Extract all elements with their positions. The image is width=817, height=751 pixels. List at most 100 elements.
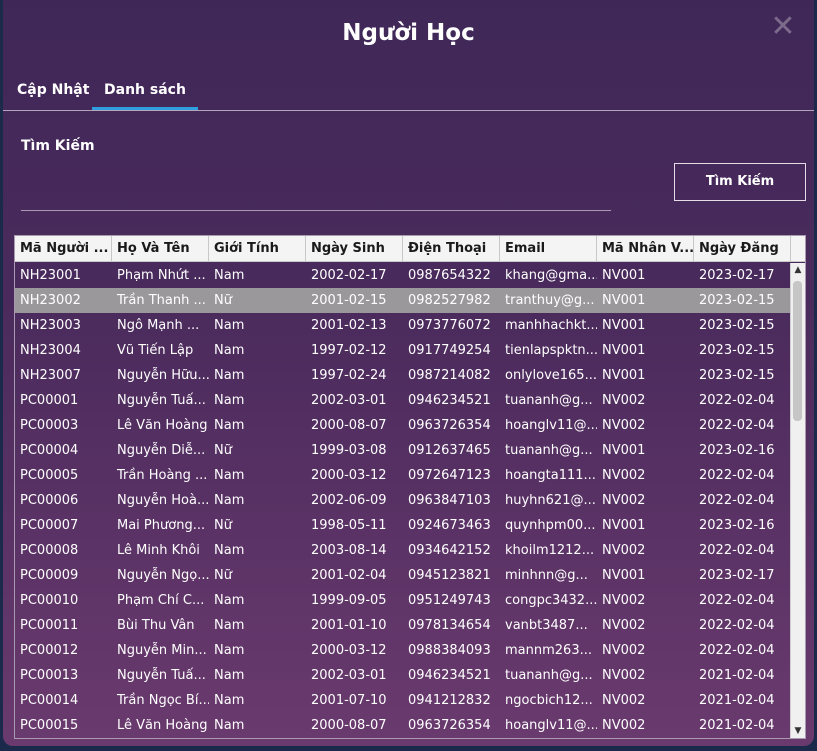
table-row[interactable]: NH23004 Vũ Tiến Lập Nam 1997-02-12 091774925… — [15, 338, 790, 363]
table-row[interactable]: PC00010 Phạm Chí C... Nam 1999-09-05 0951249… — [15, 588, 790, 613]
cell-ngay-sinh: 2002-06-09 — [311, 493, 387, 508]
table-row[interactable]: PC00001 Nguyễn Tuấ... Nam 2002-03-01 0946234… — [15, 388, 790, 413]
cell-email: manhhachkt... — [505, 318, 597, 333]
cell-ngay-dang-ky: 2022-02-04 — [699, 618, 775, 633]
table-row[interactable]: NH23002 Trần Thanh ... Nữ 2001-02-15 0982527… — [15, 288, 790, 313]
cell-ma-nhan-vien: NV002 — [602, 493, 646, 508]
cell-ma-nguoi-hoc: NH23001 — [20, 268, 81, 283]
table-row[interactable]: PC00011 Bùi Thu Vân Nam 2001-01-10 097813465… — [15, 613, 790, 638]
table-row[interactable]: PC00006 Nguyễn Hoà... Nam 2002-06-09 0963847… — [15, 488, 790, 513]
vertical-scrollbar[interactable]: ▲ ▼ — [790, 263, 805, 738]
search-button[interactable]: Tìm Kiếm — [674, 163, 806, 201]
cell-email: tuananh@g... — [505, 443, 593, 458]
cell-ho-ten: Lê Văn Hoàng — [117, 718, 208, 733]
column-header-ma-nhan-vien[interactable]: Mã Nhân V... — [597, 236, 694, 261]
search-label: Tìm Kiếm — [21, 138, 95, 154]
scroll-down-icon[interactable]: ▼ — [791, 724, 805, 738]
cell-ho-ten: Mai Phương... — [117, 518, 206, 533]
close-icon[interactable]: ✕ — [768, 12, 798, 42]
cell-dien-thoai: 0963847103 — [408, 493, 491, 508]
cell-ngay-sinh: 2001-02-13 — [311, 318, 387, 333]
table-row[interactable]: PC00013 Nguyễn Tuấ... Nam 2002-03-01 0946234… — [15, 663, 790, 688]
cell-email: quynhpm00... — [505, 518, 596, 533]
cell-ma-nhan-vien: NV001 — [602, 568, 646, 583]
cell-ho-ten: Nguyễn Diễ... — [117, 443, 206, 458]
table-row[interactable]: NH23007 Nguyễn Hữu... Nam 1997-02-24 0987214… — [15, 363, 790, 388]
cell-ho-ten: Nguyễn Min... — [117, 643, 207, 658]
cell-dien-thoai: 0951249743 — [408, 593, 491, 608]
cell-ma-nguoi-hoc: PC00006 — [20, 493, 79, 508]
table-row[interactable]: PC00007 Mai Phương... Nữ 1998-05-11 09246734… — [15, 513, 790, 538]
search-underline — [21, 210, 611, 211]
table-row[interactable]: PC00005 Trần Hoàng ... Nam 2000-03-12 097264… — [15, 463, 790, 488]
cell-gioi-tinh: Nam — [214, 543, 245, 558]
table-row[interactable]: PC00004 Nguyễn Diễ... Nữ 1999-03-08 09126374… — [15, 438, 790, 463]
hoc-vien-table: Mã Người ... Họ Và Tên Giới Tính Ngày Si… — [14, 235, 806, 739]
cell-dien-thoai: 0917749254 — [408, 343, 491, 358]
table-row[interactable]: PC00009 Nguyễn Ngọ... Nữ 2001-02-04 09451238… — [15, 563, 790, 588]
cell-ma-nhan-vien: NV002 — [602, 593, 646, 608]
column-header-ho-ten[interactable]: Họ Và Tên — [112, 236, 209, 261]
cell-ma-nhan-vien: NV002 — [602, 618, 646, 633]
cell-dien-thoai: 0946234521 — [408, 668, 491, 683]
tab-bar: Cập Nhật Danh sách — [3, 72, 814, 110]
cell-ho-ten: Nguyễn Hữu... — [117, 368, 209, 383]
table-row[interactable]: NH23001 Phạm Nhứt ... Nam 2002-02-17 0987654… — [15, 263, 790, 288]
cell-ho-ten: Nguyễn Ngọ... — [117, 568, 209, 583]
cell-ngay-dang-ky: 2022-02-04 — [699, 593, 775, 608]
scroll-thumb[interactable] — [793, 281, 802, 421]
scroll-up-icon[interactable]: ▲ — [791, 263, 805, 277]
cell-ngay-dang-ky: 2022-02-04 — [699, 393, 775, 408]
table-row[interactable]: PC00003 Lê Văn Hoàng Nam 2000-08-07 09637263… — [15, 413, 790, 438]
cell-ho-ten: Lê Minh Khôi — [117, 543, 200, 558]
cell-gioi-tinh: Nam — [214, 618, 245, 633]
column-header-gioi-tinh[interactable]: Giới Tính — [209, 236, 306, 261]
cell-ngay-sinh: 2001-07-10 — [311, 693, 387, 708]
column-header-email[interactable]: Email — [500, 236, 597, 261]
cell-dien-thoai: 0972647123 — [408, 468, 491, 483]
tab-danh-sach[interactable]: Danh sách — [92, 72, 198, 110]
cell-ma-nhan-vien: NV002 — [602, 543, 646, 558]
cell-email: tuananh@g... — [505, 393, 593, 408]
column-header-ngay-dang-ky[interactable]: Ngày Đăng — [694, 236, 791, 261]
table-row[interactable]: PC00012 Nguyễn Min... Nam 2000-03-12 0988384… — [15, 638, 790, 663]
cell-ngay-dang-ky: 2021-02-04 — [699, 668, 775, 683]
table-row[interactable]: PC00008 Lê Minh Khôi Nam 2003-08-14 09346421… — [15, 538, 790, 563]
cell-email: tienlapspktn... — [505, 343, 597, 358]
table-row[interactable]: NH23003 Ngô Mạnh ... Nam 2001-02-13 09737760… — [15, 313, 790, 338]
cell-email: hoanglv11@... — [505, 718, 597, 733]
cell-email: hoanglv11@... — [505, 418, 597, 433]
column-header-ma-nguoi-hoc[interactable]: Mã Người ... — [15, 236, 112, 261]
cell-ma-nguoi-hoc: PC00007 — [20, 518, 79, 533]
tab-cap-nhat[interactable]: Cập Nhật — [5, 72, 101, 108]
cell-ngay-dang-ky: 2023-02-17 — [699, 268, 775, 283]
cell-dien-thoai: 0945123821 — [408, 568, 491, 583]
cell-ngay-sinh: 2001-02-15 — [311, 293, 387, 308]
column-header-ngay-sinh[interactable]: Ngày Sinh — [306, 236, 403, 261]
cell-dien-thoai: 0934642152 — [408, 543, 491, 558]
cell-gioi-tinh: Nam — [214, 468, 245, 483]
cell-dien-thoai: 0941212832 — [408, 693, 491, 708]
cell-ma-nhan-vien: NV002 — [602, 393, 646, 408]
cell-ma-nguoi-hoc: PC00003 — [20, 418, 79, 433]
column-header-dien-thoai[interactable]: Điện Thoại — [403, 236, 500, 261]
cell-ngay-sinh: 2002-03-01 — [311, 393, 387, 408]
cell-gioi-tinh: Nam — [214, 668, 245, 683]
cell-email: onlylove165... — [505, 368, 597, 383]
cell-email: khoilm1212... — [505, 543, 595, 558]
cell-ho-ten: Phạm Nhứt ... — [117, 268, 206, 283]
table-row[interactable]: PC00015 Lê Văn Hoàng Nam 2000-08-07 09637263… — [15, 713, 790, 738]
cell-gioi-tinh: Nam — [214, 268, 245, 283]
dialog-title: Người Học — [342, 20, 475, 46]
search-input[interactable] — [21, 172, 615, 210]
cell-ma-nhan-vien: NV001 — [602, 443, 646, 458]
cell-ngay-dang-ky: 2022-02-04 — [699, 418, 775, 433]
cell-ma-nhan-vien: NV001 — [602, 343, 646, 358]
cell-ho-ten: Trần Ngọc Bí... — [117, 693, 209, 708]
cell-ngay-dang-ky: 2023-02-16 — [699, 443, 775, 458]
cell-dien-thoai: 0924673463 — [408, 518, 491, 533]
table-row[interactable]: PC00014 Trần Ngọc Bí... Nam 2001-07-10 09412… — [15, 688, 790, 713]
cell-ma-nguoi-hoc: PC00014 — [20, 693, 79, 708]
cell-email: congpc3432... — [505, 593, 597, 608]
cell-gioi-tinh: Nam — [214, 418, 245, 433]
